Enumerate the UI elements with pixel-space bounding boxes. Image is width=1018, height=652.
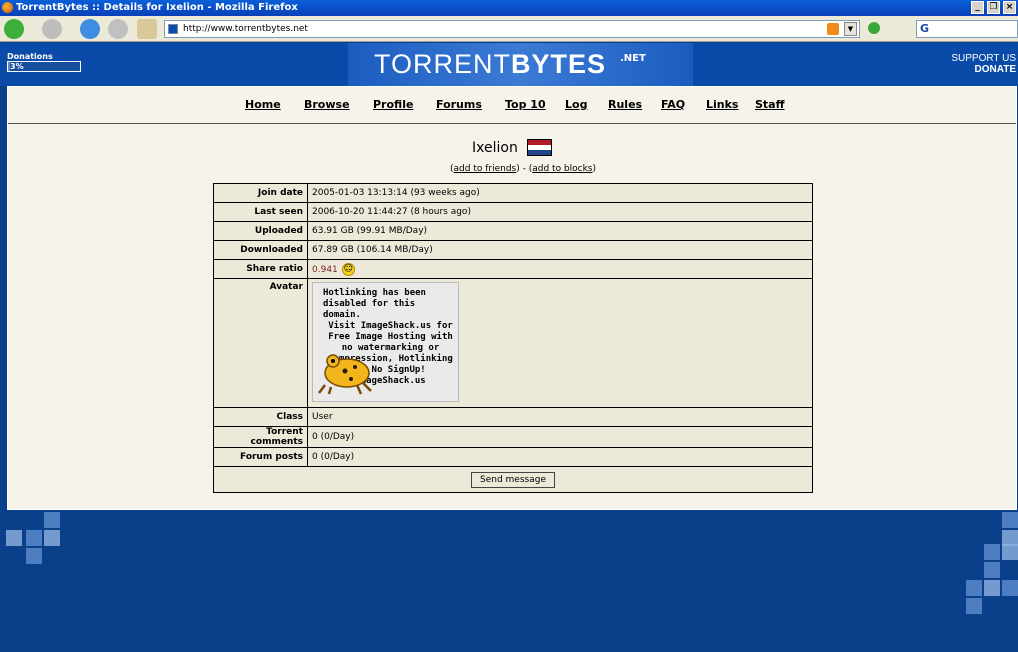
window-title: TorrentBytes :: Details for Ixelion - Mo… [16,2,298,13]
uploaded-value: 63.91 GB (99.91 MB/Day) [307,221,813,241]
torrent-comments-value: 0 (0/Day) [307,426,813,448]
table-row: Join date 2005-01-03 13:13:14 (93 weeks … [213,183,813,203]
decor-tile [44,512,60,528]
nav-log[interactable]: Log [565,98,587,111]
url-input[interactable] [183,22,813,36]
add-to-blocks-link[interactable]: add to blocks [532,164,592,174]
window-titlebar: TorrentBytes :: Details for Ixelion - Mo… [0,0,1018,16]
torrent-comments-label: Torrent comments [213,426,308,448]
nav-forums[interactable]: Forums [436,98,482,111]
decor-tile [984,544,1000,560]
nav-rules[interactable]: Rules [608,98,642,111]
decor-tile [984,562,1000,578]
support-line: SUPPORT US [951,53,1016,64]
decor-tile [26,548,42,564]
send-message-button[interactable]: Send message [471,471,555,488]
table-row: Avatar Hotlinking has been disabled for … [213,278,813,408]
table-row: Uploaded 63.91 GB (99.91 MB/Day) [213,221,813,241]
join-date-value: 2005-01-03 13:13:14 (93 weeks ago) [307,183,813,203]
nav-browse[interactable]: Browse [304,98,350,111]
address-bar[interactable]: ▼ [164,20,860,38]
last-seen-value: 2006-10-20 11:44:27 (8 hours ago) [307,202,813,222]
close-window-button[interactable]: × [1003,1,1016,14]
table-row: Send message [213,466,813,493]
go-icon[interactable] [868,22,880,34]
avatar-notice-top: Hotlinking has been disabled for this do… [323,288,426,320]
donate-line: DONATE [974,64,1016,75]
smiley-icon: ☺ [341,262,355,276]
class-label: Class [213,407,308,427]
decor-tile [44,530,60,546]
nav-links[interactable]: Links [706,98,738,111]
table-row: Share ratio 0.941 ☺ [213,259,813,279]
main-nav: Home Browse Profile Forums Top 10 Log Ru… [8,87,1016,124]
decor-tile [1002,512,1018,528]
table-row: Torrent comments 0 (0/Day) [213,426,813,448]
uploaded-label: Uploaded [213,221,308,241]
donations-label: Donations [7,52,53,61]
class-value: User [307,407,813,427]
logo-net: .NET [620,53,646,64]
donations-progress-bar: 3% [7,61,81,72]
user-details-table: Join date 2005-01-03 13:13:14 (93 weeks … [213,183,813,493]
downloaded-label: Downloaded [213,240,308,260]
back-icon[interactable] [4,19,24,39]
frog-icon [318,354,372,395]
support-us-link[interactable]: SUPPORT US DONATE [951,53,1016,75]
table-row: Class User [213,407,813,427]
reload-icon[interactable] [80,19,100,39]
google-search-icon: G [920,22,930,35]
decor-tile [1002,580,1018,596]
forward-icon[interactable] [42,19,62,39]
decor-tile [966,580,982,596]
forum-posts-label: Forum posts [213,447,308,467]
netherlands-flag-icon [527,139,552,156]
nav-home[interactable]: Home [245,98,281,111]
share-ratio-cell: 0.941 ☺ [307,259,813,279]
table-row: Last seen 2006-10-20 11:44:27 (8 hours a… [213,202,813,222]
search-box[interactable]: G [916,20,1018,38]
rss-feed-icon[interactable] [827,23,839,35]
maximize-button[interactable]: ❐ [987,1,1000,14]
site-header: Donations 3% TORRENTBYTES .NET SUPPORT U… [0,43,1018,86]
minimize-button[interactable]: _ [971,1,984,14]
nav-faq[interactable]: FAQ [661,98,685,111]
decor-tile [26,530,42,546]
stop-icon[interactable] [108,19,128,39]
logo-text: TORRENTBYTES [374,49,607,79]
url-dropdown-button[interactable]: ▼ [844,22,857,36]
avatar-label: Avatar [213,278,308,408]
profile-username: Ixelion [472,140,518,156]
site-favicon [168,24,178,34]
home-icon[interactable] [137,19,157,39]
decor-tile [6,530,22,546]
browser-toolbar: ▼ G [0,16,1018,42]
forum-posts-value: 0 (0/Day) [307,447,813,467]
last-seen-label: Last seen [213,202,308,222]
share-ratio-label: Share ratio [213,259,308,279]
avatar-image: Hotlinking has been disabled for this do… [312,282,459,402]
friend-block-links: (add to friends) - (add to blocks) [450,164,597,174]
avatar-cell: Hotlinking has been disabled for this do… [307,278,813,408]
nav-profile[interactable]: Profile [373,98,413,111]
page-content: Home Browse Profile Forums Top 10 Log Ru… [7,86,1017,510]
decor-tile [984,580,1000,596]
nav-top10[interactable]: Top 10 [505,98,546,111]
share-ratio-value: 0.941 [312,264,338,275]
donations-percent: 3% [10,62,24,71]
add-to-friends-link[interactable]: add to friends [454,164,517,174]
nav-staff[interactable]: Staff [755,98,785,111]
site-logo[interactable]: TORRENTBYTES .NET [348,43,693,86]
decor-tile [1002,544,1018,560]
decor-tile [966,598,982,614]
downloaded-value: 67.89 GB (106.14 MB/Day) [307,240,813,260]
table-row: Forum posts 0 (0/Day) [213,447,813,467]
join-date-label: Join date [213,183,308,203]
firefox-icon [2,2,13,13]
table-row: Downloaded 67.89 GB (106.14 MB/Day) [213,240,813,260]
send-message-cell: Send message [213,466,813,493]
